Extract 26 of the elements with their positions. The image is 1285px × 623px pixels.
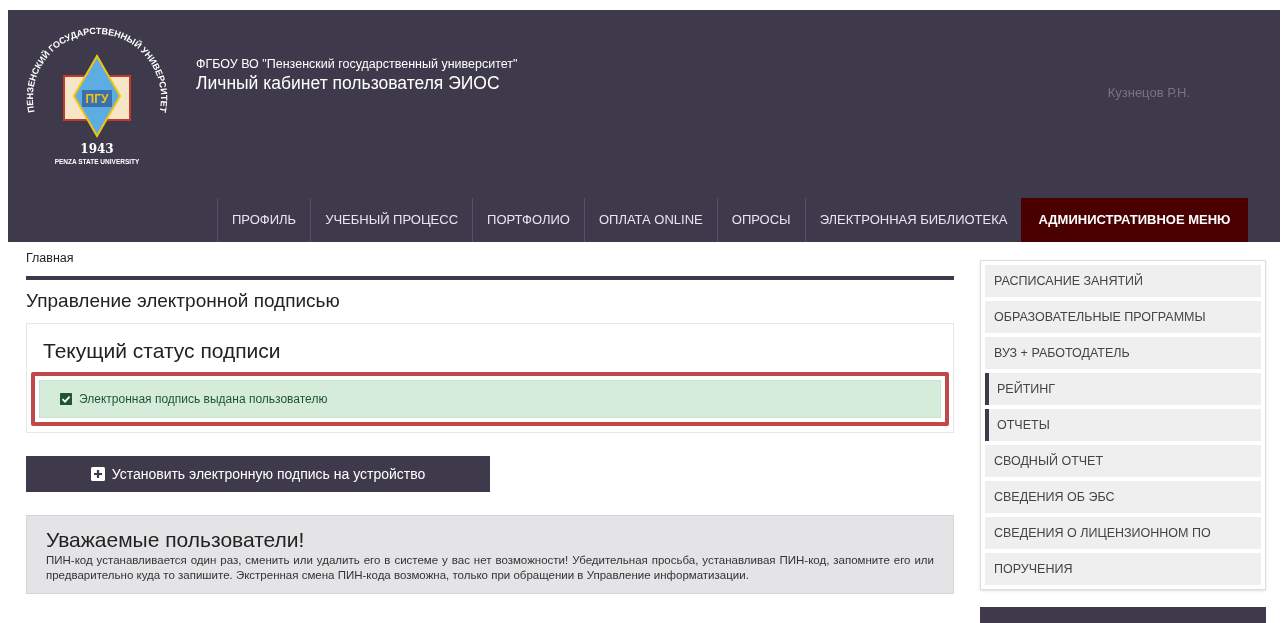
- alert-message: Электронная подпись выдана пользователю: [79, 391, 328, 408]
- nav-tab[interactable]: ОПРОСЫ: [716, 198, 805, 242]
- organization-name: ФГБОУ ВО "Пензенский государственный университет": [196, 56, 518, 72]
- nav-tab[interactable]: ПОРТФОЛИО: [472, 198, 584, 242]
- nav-tab[interactable]: ПРОФИЛЬ: [217, 198, 311, 242]
- sidebar-menu-item[interactable]: ПОРУЧЕНИЯ: [985, 553, 1261, 585]
- install-signature-button[interactable]: Установить электронную подпись на устройство: [26, 456, 490, 492]
- sidebar-menu-item[interactable]: РЕЙТИНГ: [985, 373, 1261, 405]
- user-name: Кузнецов Р.Н.: [1107, 85, 1190, 100]
- sidebar-menu-item[interactable]: ОТЧЕТЫ: [985, 409, 1261, 441]
- sidebar-menu-item[interactable]: РАСПИСАНИЕ ЗАНЯТИЙ: [985, 265, 1261, 297]
- page-title: Управление электронной подписью: [26, 289, 341, 313]
- nav-tab[interactable]: АДМИНИСТРАТИВНОЕ МЕНЮ: [1021, 198, 1248, 242]
- notice-text: ПИН-код устанавливается один раз, сменить или удалить его в системе у вас нет возможности! Убедительная просьба, устанавливая ПИН-код, запомните его или предварительно куда то запишите. Экстренная смена ПИН-кода возможна, только при обращении в Управление информатизации.: [46, 553, 934, 583]
- card-title: Текущий статус подписи: [43, 338, 282, 364]
- sidebar-menu-item[interactable]: СВЕДЕНИЯ О ЛИЦЕНЗИОННОМ ПО: [985, 517, 1261, 549]
- breadcrumb-link[interactable]: Главная: [26, 242, 954, 266]
- sidebar-menu-item[interactable]: СВЕДЕНИЯ ОБ ЭБС: [985, 481, 1261, 513]
- nav-tab[interactable]: ОПЛАТА ONLINE: [583, 198, 717, 242]
- notice-title: Уважаемые пользователи!: [46, 527, 306, 553]
- sidebar-menu-item[interactable]: СВОДНЫЙ ОТЧЕТ: [985, 445, 1261, 477]
- nav-tab[interactable]: УЧЕБНЫЙ ПРОЦЕСС: [310, 198, 473, 242]
- sidebar-menu-item[interactable]: ОБРАЗОВАТЕЛЬНЫЕ ПРОГРАММЫ: [985, 301, 1261, 333]
- site-title: Личный кабинет пользователя ЭИОС: [196, 72, 501, 94]
- plus-icon: [90, 467, 105, 481]
- sidebar-menu-item[interactable]: ВУЗ + РАБОТОДАТЕЛЬ: [985, 337, 1261, 369]
